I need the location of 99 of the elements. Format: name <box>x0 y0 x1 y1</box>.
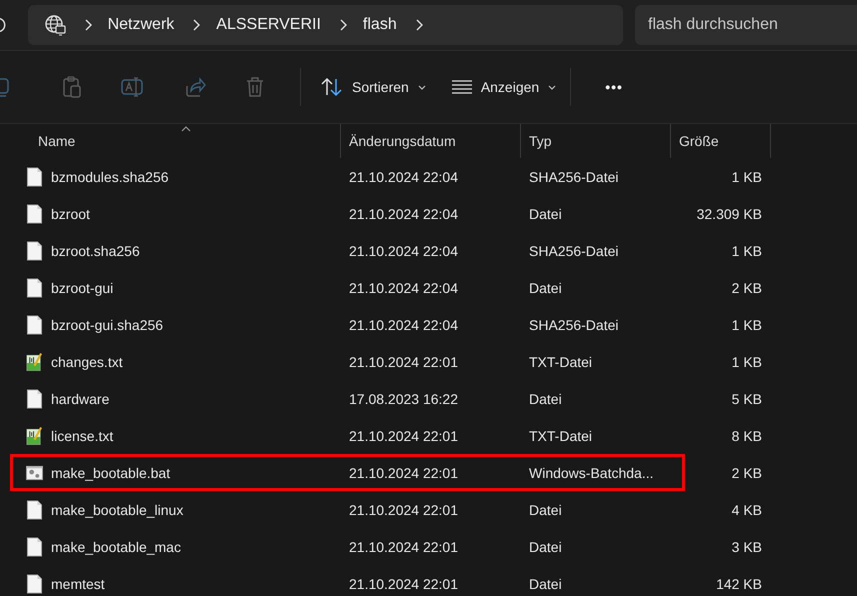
date-cell-text: 21.10.2024 22:04 <box>348 206 459 222</box>
size-cell-text: 5 KB <box>730 390 763 406</box>
size-cell-text: 3 KB <box>730 538 763 554</box>
file-name[interactable]: make_bootable_linux <box>51 502 184 518</box>
rename-icon[interactable] <box>121 76 145 98</box>
type-cell-text: TXT-Datei <box>528 428 594 444</box>
date-cell-text: 21.10.2024 22:01 <box>348 354 459 370</box>
notepad-icon <box>26 352 43 372</box>
file-row[interactable]: make_bootable.bat 21.10.2024 22:01 Windows-Batchda... 2 KB <box>0 454 857 491</box>
chevron-right-icon[interactable] <box>414 19 423 31</box>
file-row[interactable]: license.txt 21.10.2024 22:01 TXT-Datei 8 KB <box>0 417 857 454</box>
file-name[interactable]: bzroot <box>51 206 90 222</box>
file-row[interactable]: bzroot-gui.sha256 21.10.2024 22:04 SHA256-Datei 1 KB <box>0 306 857 343</box>
file-row[interactable]: bzmodules.sha256 21.10.2024 22:04 SHA256-Datei 1 KB <box>0 158 857 195</box>
notepad-icon <box>26 426 43 446</box>
file-name[interactable]: make_bootable_mac <box>51 538 181 554</box>
date-cell-text: 21.10.2024 22:01 <box>348 428 459 444</box>
date-cell-text: 17.08.2023 16:22 <box>348 390 459 406</box>
type-cell-text: Windows-Batchda... <box>528 464 654 480</box>
file-icon <box>26 500 43 520</box>
size-cell-text: 2 KB <box>730 280 763 296</box>
file-icon <box>26 166 43 186</box>
caret-icon <box>548 84 556 90</box>
file-row[interactable]: bzroot.sha256 21.10.2024 22:04 SHA256-Datei 1 KB <box>0 232 857 269</box>
date-cell-text: 21.10.2024 22:01 <box>348 576 459 592</box>
size-cell-text: 1 KB <box>730 242 763 258</box>
file-icon <box>26 278 43 298</box>
breadcrumb-item[interactable]: ALSSERVERII <box>216 16 321 34</box>
type-cell-text: Datei <box>528 502 563 518</box>
size-cell-text: 1 KB <box>730 168 763 184</box>
file-row[interactable]: make_bootable_linux 21.10.2024 22:01 Datei 4 KB <box>0 491 857 528</box>
type-cell-text: SHA256-Datei <box>528 316 620 332</box>
date-cell-text: 21.10.2024 22:01 <box>348 464 459 480</box>
refresh-icon[interactable] <box>0 16 8 34</box>
date-cell-text: 21.10.2024 22:01 <box>348 538 459 554</box>
date-cell-text: 21.10.2024 22:04 <box>348 242 459 258</box>
file-icon <box>26 536 43 556</box>
paste-icon[interactable] <box>62 76 82 98</box>
chevron-right-icon[interactable] <box>192 19 200 31</box>
file-row[interactable]: bzroot-gui 21.10.2024 22:04 Datei 2 KB <box>0 269 857 306</box>
sort-arrows-icon <box>321 77 343 97</box>
trash-icon[interactable] <box>245 76 265 98</box>
type-cell-text: Datei <box>528 576 563 592</box>
column-header[interactable]: Name <box>0 124 341 158</box>
column-header[interactable]: Änderungsdatum <box>341 124 521 158</box>
size-cell-text: 4 KB <box>730 502 763 518</box>
file-name[interactable]: bzroot.sha256 <box>51 242 140 258</box>
column-header[interactable]: Größe <box>671 124 771 158</box>
share-icon[interactable] <box>184 76 206 98</box>
file-icon <box>26 204 43 224</box>
file-name[interactable]: changes.txt <box>51 354 123 370</box>
caret-icon <box>418 84 426 90</box>
file-icon <box>26 388 43 408</box>
type-cell-text: SHA256-Datei <box>528 168 620 184</box>
size-cell-text: 1 KB <box>730 316 763 332</box>
date-cell-text: 21.10.2024 22:04 <box>348 280 459 296</box>
type-cell-text: Datei <box>528 538 563 554</box>
date-cell-text: 21.10.2024 22:01 <box>348 502 459 518</box>
more-button[interactable]: ••• <box>599 78 629 96</box>
file-row[interactable]: memtest 21.10.2024 22:01 Datei 142 KB <box>0 565 857 596</box>
type-cell-text: TXT-Datei <box>528 354 594 370</box>
file-name[interactable]: hardware <box>51 390 110 406</box>
size-cell-text: 2 KB <box>730 464 763 480</box>
sort-button[interactable]: Sortieren <box>313 71 434 103</box>
type-cell-text: Datei <box>528 390 563 406</box>
lines-icon <box>452 80 472 94</box>
breadcrumb-item[interactable]: Netzwerk <box>108 16 174 34</box>
file-name[interactable]: memtest <box>51 576 105 592</box>
size-cell-text: 1 KB <box>730 354 763 370</box>
file-icon <box>26 240 43 260</box>
chevron-right-icon[interactable] <box>84 19 92 31</box>
search-field[interactable]: flash durchsuchen <box>635 5 857 45</box>
network-globe-icon <box>44 14 66 36</box>
file-name[interactable]: bzroot-gui <box>51 280 114 296</box>
file-icon <box>26 314 43 334</box>
file-row[interactable]: make_bootable_mac 21.10.2024 22:01 Datei 3 KB <box>0 528 857 565</box>
size-cell-text: 142 KB <box>715 576 763 592</box>
size-cell-text: 8 KB <box>730 428 763 444</box>
type-cell-text: Datei <box>528 206 563 222</box>
file-row[interactable]: bzroot 21.10.2024 22:04 Datei 32.309 KB <box>0 195 857 232</box>
file-name[interactable]: bzroot-gui.sha256 <box>51 316 164 332</box>
file-icon <box>26 574 43 594</box>
type-cell-text: Datei <box>528 280 563 296</box>
date-cell-text: 21.10.2024 22:04 <box>348 316 459 332</box>
breadcrumb-item[interactable]: flash <box>362 16 397 34</box>
date-cell-text: 21.10.2024 22:04 <box>348 168 459 184</box>
chevron-right-icon[interactable] <box>338 19 347 31</box>
file-name[interactable]: license.txt <box>51 428 114 444</box>
file-name[interactable]: bzmodules.sha256 <box>51 168 169 184</box>
view-button[interactable]: Anzeigen <box>444 73 564 101</box>
type-cell-text: SHA256-Datei <box>528 242 620 258</box>
sort-up-icon <box>181 126 191 132</box>
file-row[interactable]: changes.txt 21.10.2024 22:01 TXT-Datei 1 KB <box>0 343 857 380</box>
address-bar[interactable]: Netzwerk ALSSERVERII flash <box>28 5 623 45</box>
column-header[interactable]: Typ <box>521 124 671 158</box>
size-cell-text: 32.309 KB <box>696 206 763 222</box>
file-row[interactable]: hardware 17.08.2023 16:22 Datei 5 KB <box>0 380 857 417</box>
copy-icon[interactable] <box>0 76 12 98</box>
file-name[interactable]: make_bootable.bat <box>51 464 170 480</box>
